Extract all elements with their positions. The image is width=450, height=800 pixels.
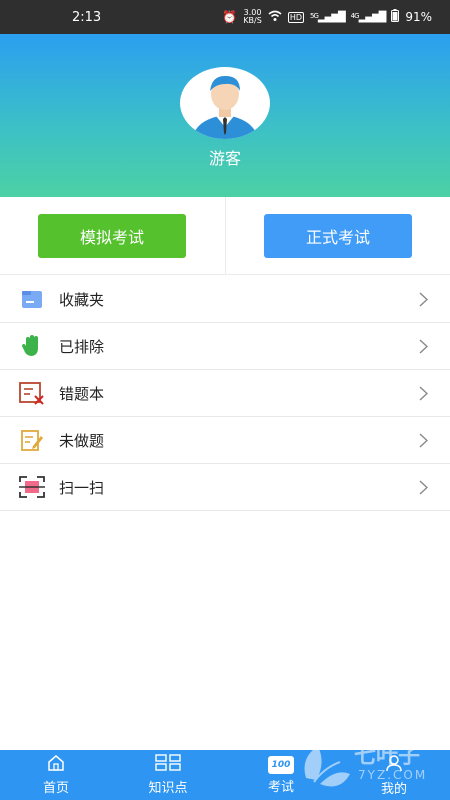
scan-icon: [18, 473, 46, 501]
menu-item-favorites[interactable]: 收藏夹: [0, 276, 450, 323]
signal-icon-2: 4G▂▄▆█: [350, 11, 387, 23]
chevron-right-icon: [419, 292, 429, 311]
vertical-divider: [225, 197, 226, 275]
guest-name: 游客: [208, 149, 241, 168]
watermark: 七叶子 7YZ.COM: [296, 732, 446, 798]
profile-header: 游客: [0, 34, 450, 197]
alarm-icon: ⏰: [222, 10, 238, 24]
menu-item-label: 收藏夹: [59, 290, 105, 309]
chevron-right-icon: [419, 386, 429, 405]
note-edit-icon: [18, 426, 46, 454]
folder-icon: [18, 285, 46, 313]
tab-knowledge[interactable]: 知识点: [128, 750, 208, 800]
menu-item-label: 未做题: [59, 431, 105, 450]
wifi-icon: [268, 10, 282, 25]
chevron-right-icon: [419, 433, 429, 452]
menu-list: 收藏夹 已排除 错题本 未做题 扫一扫: [0, 276, 450, 511]
formal-exam-button[interactable]: 正式考试: [264, 214, 412, 258]
leaf-logo-icon: [304, 746, 350, 787]
hand-icon: [18, 332, 46, 360]
chevron-right-icon: [419, 339, 429, 358]
menu-item-excluded[interactable]: 已排除: [0, 323, 450, 370]
watermark-domain: 7YZ.COM: [358, 768, 428, 782]
net-speed: 3.00 KB/S: [243, 8, 262, 25]
status-bar: 2:13 ⏰ 3.00 KB/S HD 5G▂▄▆█ 4G▂▄▆█ 91%: [0, 0, 450, 34]
signal-icon-1: 5G▂▄▆█: [310, 11, 346, 23]
menu-item-label: 扫一扫: [59, 478, 105, 497]
tab-label: 知识点: [148, 781, 188, 796]
exam-button-row: 模拟考试 正式考试: [0, 197, 450, 275]
menu-item-label: 已排除: [59, 337, 105, 356]
home-icon: [47, 754, 65, 775]
grid-icon: [155, 754, 181, 775]
exam-icon: 100: [268, 755, 294, 774]
status-time: 2:13: [72, 9, 102, 25]
battery-level: 91%: [405, 10, 432, 24]
mock-exam-button[interactable]: 模拟考试: [38, 214, 186, 258]
wrong-book-icon: [18, 379, 46, 407]
exam-icon-text: 100: [271, 759, 291, 770]
menu-item-undone[interactable]: 未做题: [0, 417, 450, 464]
menu-item-scan[interactable]: 扫一扫: [0, 464, 450, 511]
tab-label: 考试: [267, 779, 294, 795]
battery-icon: [391, 9, 400, 25]
hd-badge: HD: [287, 11, 305, 23]
avatar[interactable]: [180, 67, 270, 139]
menu-item-label: 错题本: [59, 384, 105, 403]
tab-label: 首页: [42, 781, 69, 796]
chevron-right-icon: [419, 480, 429, 499]
menu-item-wrong-book[interactable]: 错题本: [0, 370, 450, 417]
tab-home[interactable]: 首页: [16, 750, 96, 800]
status-icons: ⏰ 3.00 KB/S HD 5G▂▄▆█ 4G▂▄▆█ 91%: [222, 9, 432, 25]
watermark-text: 七叶子: [354, 744, 421, 769]
